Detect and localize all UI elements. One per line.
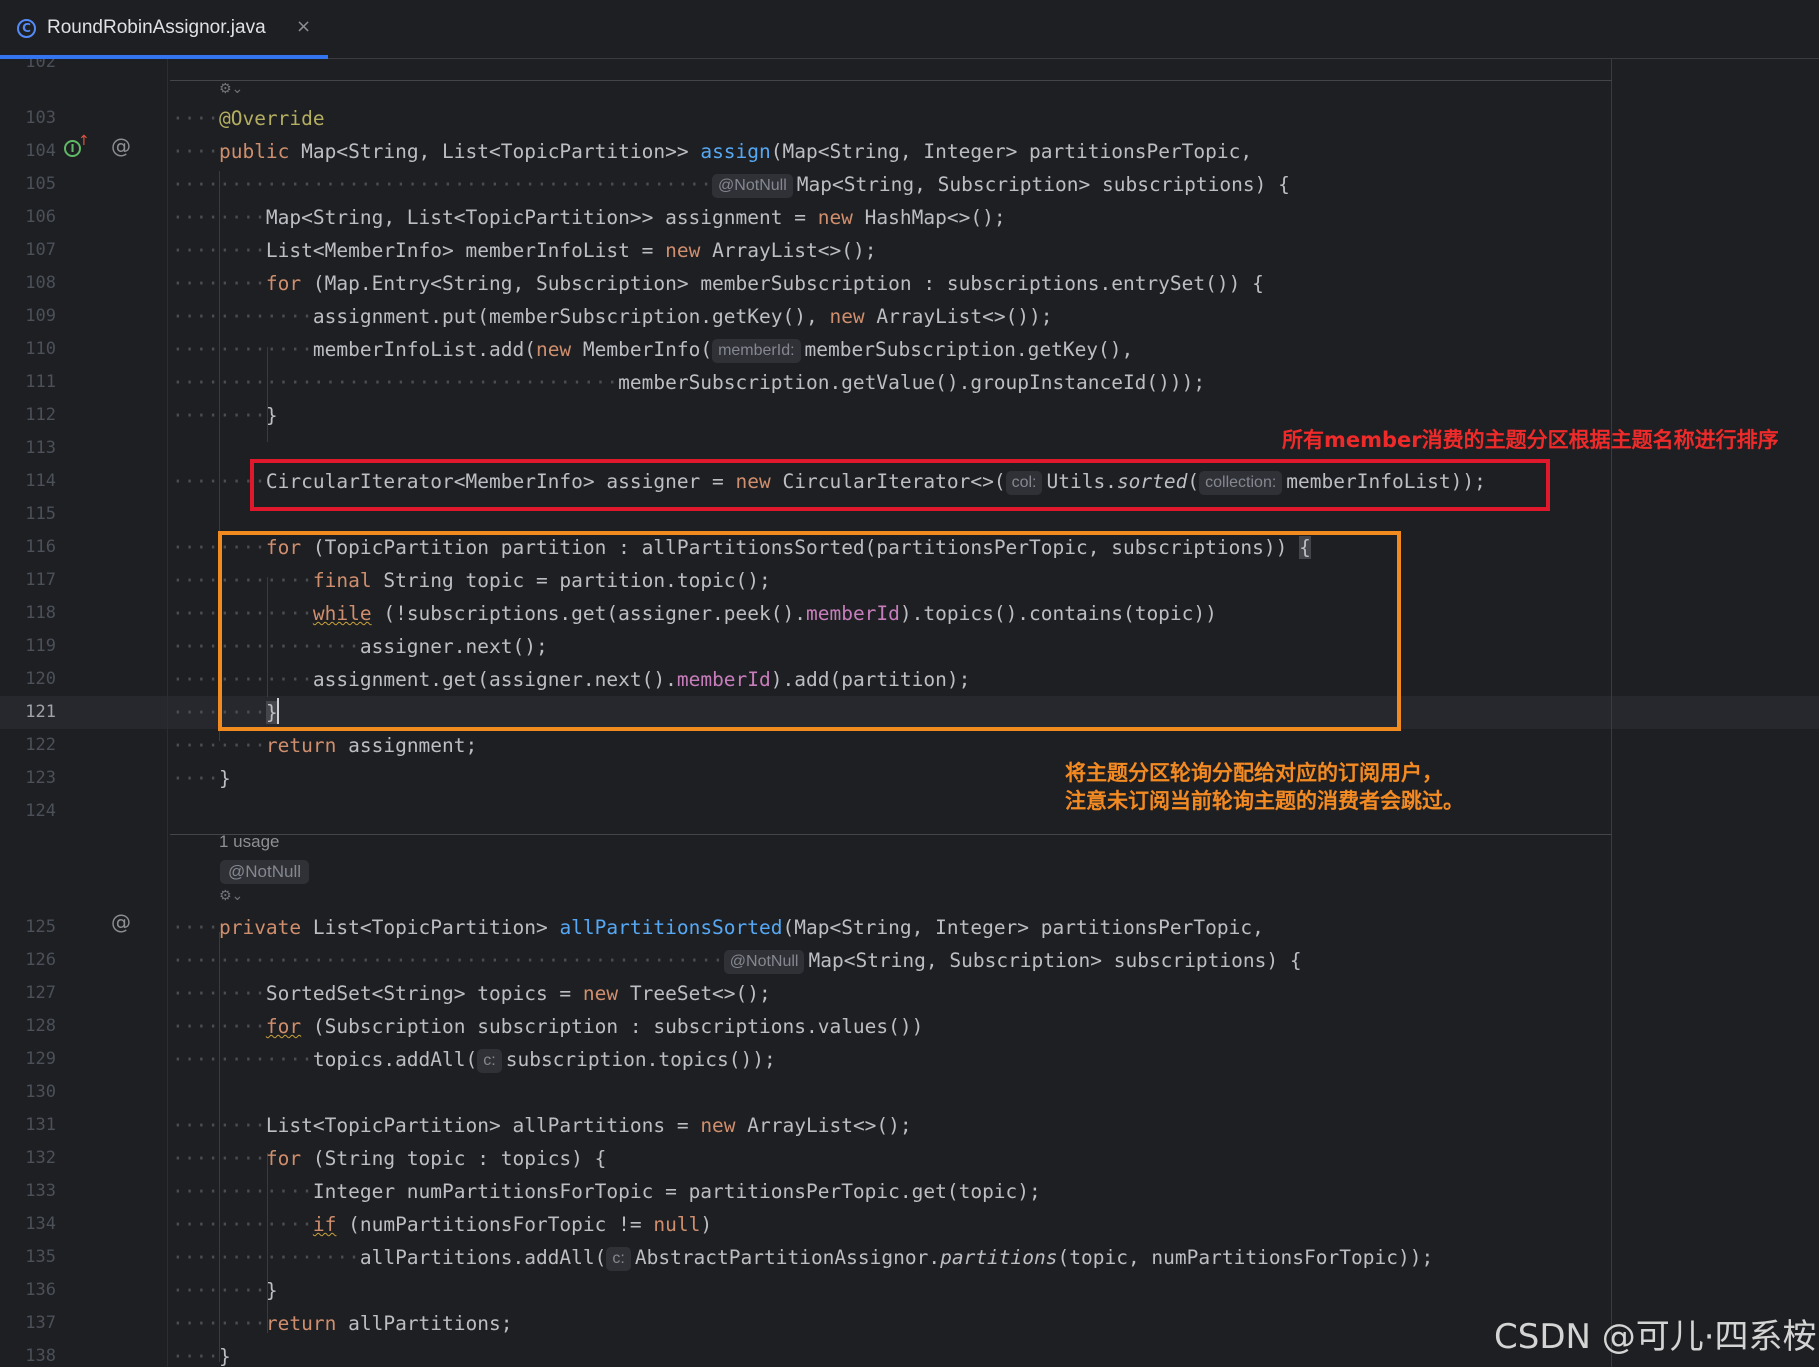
method-separator	[170, 80, 1612, 81]
line-number[interactable]: 119	[0, 630, 56, 663]
right-margin-guide	[1611, 59, 1612, 1367]
line-number[interactable]: 121	[0, 696, 56, 729]
orange-annotation-note: 将主题分区轮询分配给对应的订阅用户， 注意未订阅当前轮询主题的消费者会跳过。	[1065, 759, 1464, 815]
line-number[interactable]: 127	[0, 977, 56, 1010]
at-annotation-icon[interactable]: @	[111, 134, 131, 158]
fold-toggle-icon[interactable]: ⚙⌄	[219, 81, 243, 97]
red-highlight-box	[250, 459, 1550, 511]
code-line-134[interactable]: ············if (numPartitionsForTopic !=…	[172, 1208, 712, 1241]
code-line-131[interactable]: ········List<TopicPartition> allPartitio…	[172, 1109, 912, 1142]
line-number[interactable]: 117	[0, 564, 56, 597]
line-number[interactable]: 136	[0, 1274, 56, 1307]
orange-highlight-box	[218, 531, 1401, 731]
code-editor[interactable]: 102 103 104 105 106 107 108 109 110 111 112 113 114 1…	[0, 59, 1819, 1367]
line-number[interactable]: 108	[0, 267, 56, 300]
code-line-112[interactable]: ········}	[172, 399, 278, 432]
orange-note-line-1: 将主题分区轮询分配给对应的订阅用户，	[1065, 761, 1443, 785]
method-separator	[170, 834, 1612, 835]
orange-note-line-2: 注意未订阅当前轮询主题的消费者会跳过。	[1065, 789, 1464, 813]
line-number[interactable]: 115	[0, 498, 56, 531]
line-number[interactable]: 116	[0, 531, 56, 564]
code-line-127[interactable]: ········SortedSet<String> topics = new T…	[172, 977, 771, 1010]
line-number[interactable]: 109	[0, 300, 56, 333]
red-annotation-note: 所有member消费的主题分区根据主题名称进行排序	[1282, 428, 1779, 452]
code-line-105[interactable]: ········································…	[172, 168, 1290, 201]
code-line-135[interactable]: ················allPartitions.addAll(c: A…	[172, 1241, 1433, 1274]
code-line-125[interactable]: ····private List<TopicPartition> allPart…	[172, 911, 1264, 944]
code-line-106[interactable]: ········Map<String, List<TopicPartition>…	[172, 201, 1006, 234]
code-line-108[interactable]: ········for (Map.Entry<String, Subscript…	[172, 267, 1264, 300]
line-number[interactable]: 138	[0, 1340, 56, 1367]
editor-tab-bar: C RoundRobinAssignor.java ×	[0, 0, 1819, 59]
code-line-138[interactable]: ····}	[172, 1340, 231, 1367]
line-number[interactable]: 124	[0, 795, 56, 828]
line-number[interactable]: 130	[0, 1076, 56, 1109]
line-number[interactable]: 135	[0, 1241, 56, 1274]
line-number[interactable]: 112	[0, 399, 56, 432]
at-annotation-icon[interactable]: @	[111, 910, 131, 934]
line-number[interactable]: 104	[0, 135, 56, 168]
line-number[interactable]: 122	[0, 729, 56, 762]
line-number[interactable]: 123	[0, 762, 56, 795]
code-line-133[interactable]: ············Integer numPartitionsForTopi…	[172, 1175, 1041, 1208]
code-line-107[interactable]: ········List<MemberInfo> memberInfoList …	[172, 234, 876, 267]
line-number[interactable]: 114	[0, 465, 56, 498]
code-line-137[interactable]: ········return allPartitions;	[172, 1307, 512, 1340]
code-line-123[interactable]: ····}	[172, 762, 231, 795]
line-number[interactable]: 105	[0, 168, 56, 201]
line-number[interactable]: 107	[0, 234, 56, 267]
code-line-109[interactable]: ············assignment.put(memberSubscri…	[172, 300, 1053, 333]
code-line-129[interactable]: ············topics.addAll(c: subscription…	[172, 1043, 776, 1076]
line-number[interactable]: 111	[0, 366, 56, 399]
gutter: 102 103 104 105 106 107 108 109 110 111 112 113 114 1…	[0, 59, 168, 1367]
line-number[interactable]: 131	[0, 1109, 56, 1142]
tab-title: RoundRobinAssignor.java	[47, 17, 266, 38]
code-line-103[interactable]: ····@Override	[172, 102, 325, 135]
line-number[interactable]: 134	[0, 1208, 56, 1241]
fold-toggle-icon[interactable]: ⚙⌄	[219, 888, 243, 904]
tab-close-icon[interactable]: ×	[296, 16, 311, 37]
line-number[interactable]: 132	[0, 1142, 56, 1175]
code-line-136[interactable]: ········}	[172, 1274, 278, 1307]
editor-tab[interactable]: C RoundRobinAssignor.java ×	[0, 0, 328, 59]
code-line-122[interactable]: ········return assignment;	[172, 729, 477, 762]
code-line-110[interactable]: ············memberInfoList.add(new Membe…	[172, 333, 1133, 366]
code-line-132[interactable]: ········for (String topic : topics) {	[172, 1142, 606, 1175]
code-line-104[interactable]: ····public Map<String, List<TopicPartiti…	[172, 135, 1252, 168]
line-number[interactable]: 106	[0, 201, 56, 234]
line-number[interactable]: 102	[0, 59, 56, 79]
usage-hint[interactable]: 1 usage	[219, 832, 280, 852]
line-number[interactable]: 103	[0, 102, 56, 135]
implements-arrow-icon: ↑	[78, 133, 90, 149]
code-line-126[interactable]: ········································…	[172, 944, 1302, 977]
line-number[interactable]: 133	[0, 1175, 56, 1208]
line-number[interactable]: 125	[0, 911, 56, 944]
line-number[interactable]: 120	[0, 663, 56, 696]
watermark: CSDN @可儿·四系桉	[1494, 1317, 1817, 1357]
code-line-111[interactable]: ······································me…	[172, 366, 1205, 399]
line-number[interactable]: 137	[0, 1307, 56, 1340]
line-number[interactable]: 126	[0, 944, 56, 977]
notnull-hint: @NotNull	[220, 860, 309, 884]
line-number[interactable]: 113	[0, 432, 56, 465]
line-number[interactable]: 128	[0, 1010, 56, 1043]
java-class-icon: C	[17, 19, 36, 38]
line-number[interactable]: 118	[0, 597, 56, 630]
code-line-128[interactable]: ········for (Subscription subscription :…	[172, 1010, 923, 1043]
line-number[interactable]: 129	[0, 1043, 56, 1076]
line-number[interactable]: 110	[0, 333, 56, 366]
